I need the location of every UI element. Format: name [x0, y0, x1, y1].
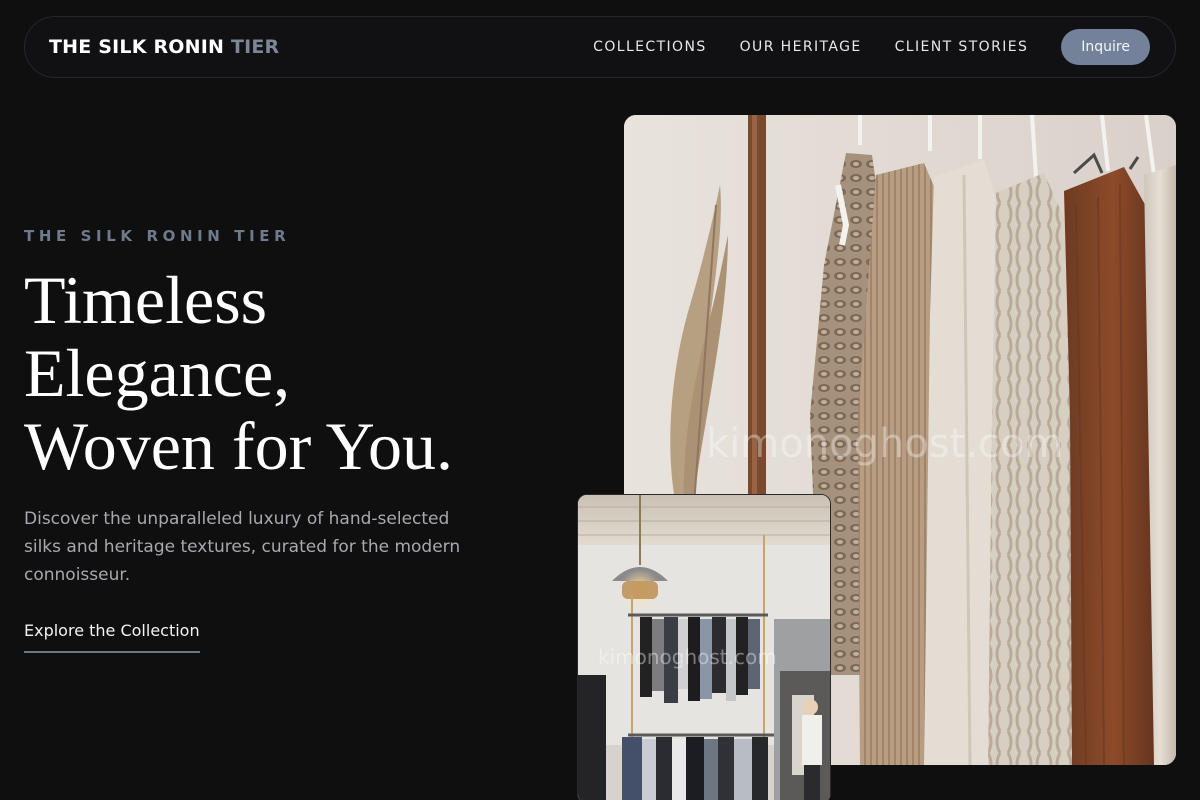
hero-headline: Timeless Elegance, Woven for You. — [24, 264, 564, 483]
brand-name: THE SILK RONIN — [49, 36, 225, 58]
brand-accent: TIER — [230, 36, 280, 58]
inquire-button[interactable]: Inquire — [1061, 29, 1150, 65]
headline-line-1: Timeless — [24, 262, 268, 338]
landing-page: THE SILK RONIN TIER COLLECTIONS OUR HERI… — [0, 0, 1200, 800]
headline-line-3: Woven for You. — [24, 408, 453, 484]
brand-logo[interactable]: THE SILK RONIN TIER — [49, 36, 279, 58]
nav-link-our-heritage[interactable]: OUR HERITAGE — [740, 39, 862, 55]
explore-collection-link[interactable]: Explore the Collection — [24, 621, 200, 653]
nav-link-client-stories[interactable]: CLIENT STORIES — [895, 39, 1029, 55]
top-navbar: THE SILK RONIN TIER COLLECTIONS OUR HERI… — [24, 16, 1176, 78]
nav-links: COLLECTIONS OUR HERITAGE CLIENT STORIES … — [560, 29, 1150, 65]
hero-description: Discover the unparalleled luxury of hand… — [24, 509, 461, 585]
inset-photo-boutique: kimonoghost.com — [577, 494, 831, 800]
nav-link-collections[interactable]: COLLECTIONS — [593, 39, 706, 55]
boutique-interior-illustration — [578, 495, 830, 800]
headline-line-2: Elegance, — [24, 335, 291, 411]
hero-eyebrow: THE SILK RONIN TIER — [24, 227, 291, 245]
